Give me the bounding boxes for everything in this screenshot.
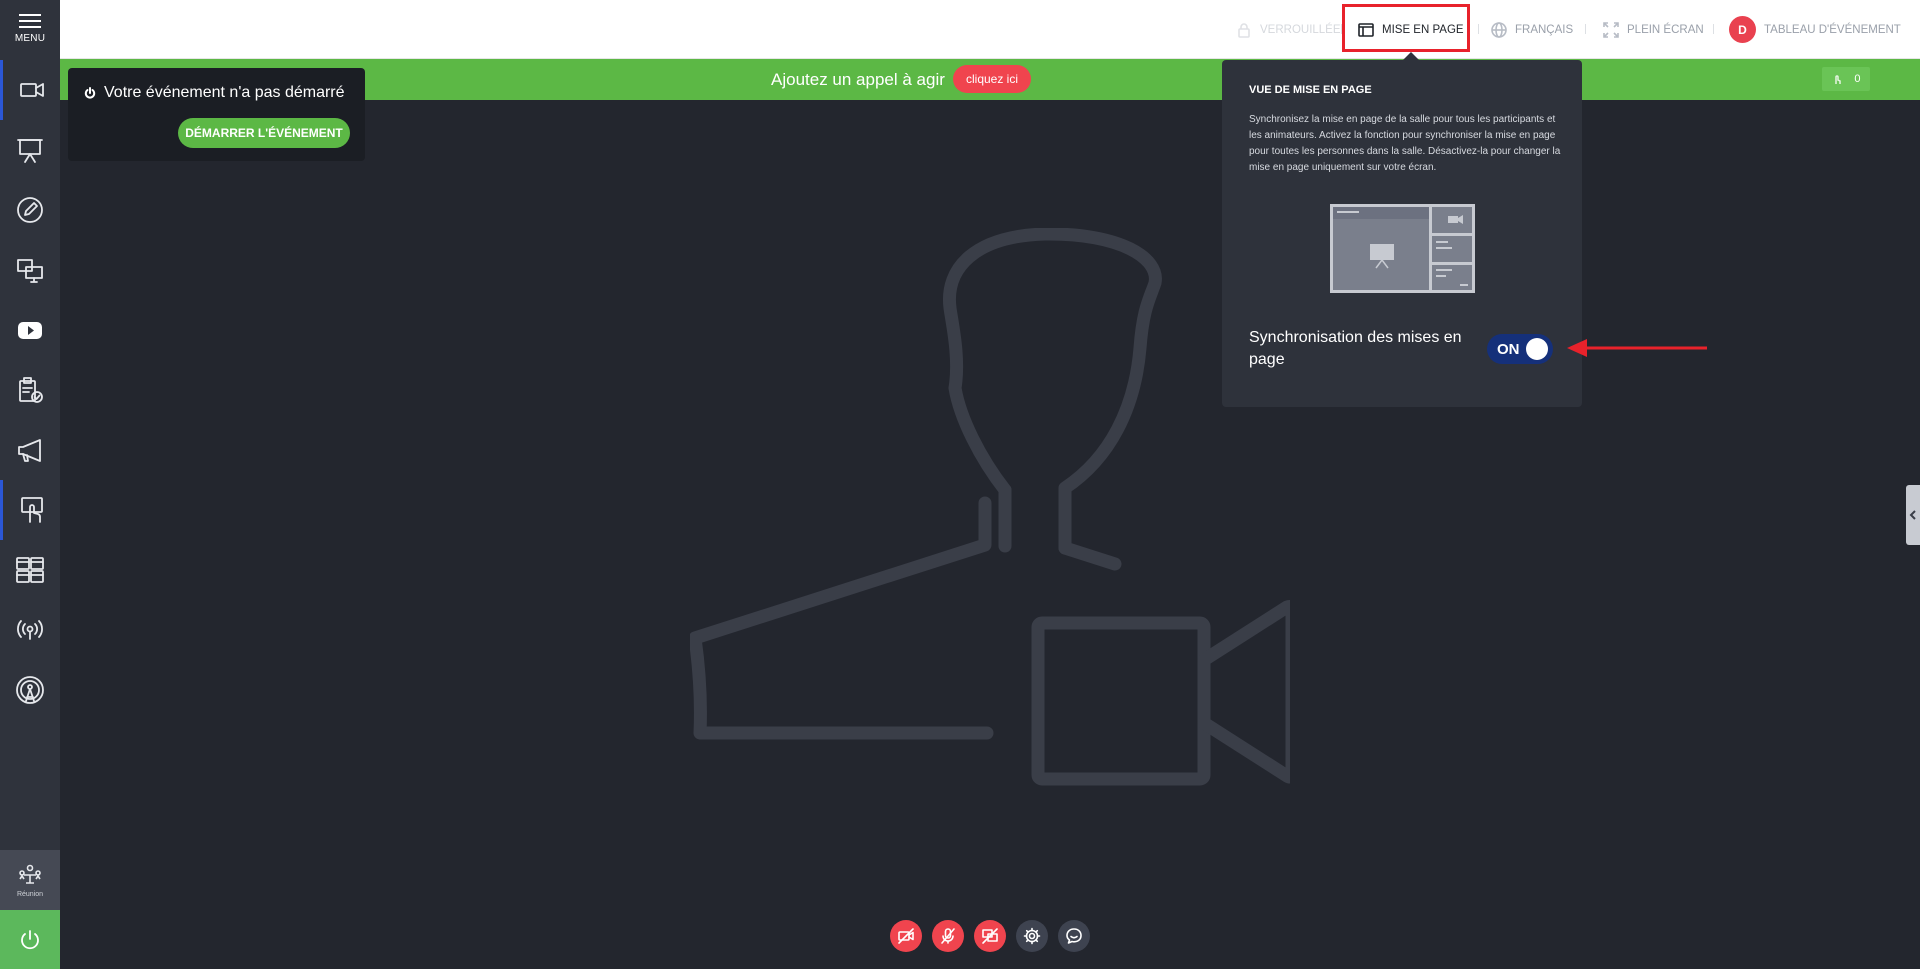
sidebar-item-layouts[interactable] xyxy=(0,540,60,600)
divider xyxy=(1478,24,1479,34)
sidebar: MENU Réunion xyxy=(0,0,60,969)
event-status-text: Votre événement n'a pas démarré xyxy=(104,84,345,101)
dashboard-label: TABLEAU D'ÉVÉNEMENT xyxy=(1764,23,1901,36)
avatar: D xyxy=(1729,16,1756,43)
settings-button[interactable] xyxy=(1016,920,1048,952)
red-annotation-arrow-icon xyxy=(1567,339,1707,357)
sidebar-item-polls[interactable] xyxy=(0,360,60,420)
popover-title: VUE DE MISE EN PAGE xyxy=(1249,84,1372,96)
camera-icon xyxy=(19,83,44,97)
event-dashboard-button[interactable]: D TABLEAU D'ÉVÉNEMENT xyxy=(1729,0,1901,59)
toggle-knob xyxy=(1526,338,1548,360)
right-panel-toggle[interactable] xyxy=(1906,485,1920,545)
power-button[interactable] xyxy=(0,910,60,969)
screenshare-off-icon xyxy=(982,928,998,944)
sidebar-item-pencil[interactable] xyxy=(0,180,60,240)
event-status: Votre événement n'a pas démarré xyxy=(84,84,345,102)
sidebar-item-antenna[interactable] xyxy=(0,660,60,720)
antenna-icon xyxy=(16,676,44,704)
youtube-icon xyxy=(18,322,42,339)
chat-icon xyxy=(1066,928,1082,944)
menu-button[interactable]: MENU xyxy=(0,0,60,58)
clipboard-check-icon xyxy=(19,377,43,403)
highlight-box xyxy=(1342,4,1470,52)
chevron-left-icon xyxy=(1909,510,1916,520)
fullscreen-icon xyxy=(1603,21,1619,38)
screenshare-icon xyxy=(17,259,43,283)
fullscreen-button[interactable]: PLEIN ÉCRAN xyxy=(1603,0,1704,59)
presentation-icon xyxy=(17,139,43,163)
sidebar-item-announcements[interactable] xyxy=(0,420,60,480)
click-count: 0 xyxy=(1854,73,1861,85)
start-event-button[interactable]: DÉMARRER L'ÉVÉNEMENT xyxy=(178,118,350,148)
user-camera-illustration xyxy=(688,227,1299,786)
sidebar-item-interactions[interactable] xyxy=(0,480,60,540)
sidebar-item-broadcast[interactable] xyxy=(0,600,60,660)
layout-popover: VUE DE MISE EN PAGE Synchronisez la mise… xyxy=(1222,60,1582,407)
language-label: FRANÇAIS xyxy=(1515,23,1574,36)
sidebar-item-youtube[interactable] xyxy=(0,300,60,360)
fullscreen-label: PLEIN ÉCRAN xyxy=(1627,23,1704,36)
chat-button[interactable] xyxy=(1058,920,1090,952)
popover-description: Synchronisez la mise en page de la salle… xyxy=(1249,114,1561,173)
screenshare-off-button[interactable] xyxy=(974,920,1006,952)
language-selector[interactable]: FRANÇAIS xyxy=(1491,0,1573,59)
layouts-icon xyxy=(16,557,44,583)
gear-icon xyxy=(1023,927,1041,945)
layout-preview-illustration xyxy=(1330,204,1475,293)
click-counter: 0 xyxy=(1822,67,1870,91)
locked-label: VERROUILLÉE xyxy=(1260,23,1341,36)
pointer-icon xyxy=(1835,75,1842,84)
cta-button[interactable]: cliquez ici xyxy=(953,65,1031,93)
lock-icon xyxy=(1238,22,1250,38)
sidebar-item-camera[interactable] xyxy=(0,60,60,120)
toggle-state: ON xyxy=(1497,340,1520,358)
reunion-label: Réunion xyxy=(16,890,44,898)
camera-off-button[interactable] xyxy=(890,920,922,952)
globe-icon xyxy=(1491,21,1507,38)
sidebar-item-screenshare[interactable] xyxy=(0,240,60,300)
sidebar-item-presentation[interactable] xyxy=(0,120,60,180)
power-icon xyxy=(21,929,39,949)
power-icon xyxy=(84,87,96,99)
banner-text: Ajoutez un appel à agir xyxy=(771,69,945,89)
menu-label: MENU xyxy=(14,33,46,44)
microphone-off-button[interactable] xyxy=(932,920,964,952)
hamburger-icon xyxy=(19,14,41,28)
broadcast-icon xyxy=(17,620,43,640)
megaphone-icon xyxy=(18,439,41,462)
sync-layout-toggle[interactable]: ON xyxy=(1487,334,1553,364)
divider xyxy=(1585,24,1586,34)
divider xyxy=(1713,24,1714,34)
camera-off-icon xyxy=(898,928,914,944)
meeting-icon xyxy=(19,864,41,884)
sync-label: Synchronisation des mises en page xyxy=(1249,329,1462,368)
pencil-icon xyxy=(17,197,43,223)
touch-icon xyxy=(20,497,43,523)
event-status-card: Votre événement n'a pas démarré DÉMARRER… xyxy=(68,68,365,161)
reunion-mode[interactable]: Réunion xyxy=(0,850,60,910)
top-bar: VERROUILLÉE MISE EN PAGE FRANÇAIS PLEIN … xyxy=(60,0,1920,59)
no-video-placeholder xyxy=(688,227,1299,808)
microphone-off-icon xyxy=(941,928,955,944)
locked-toggle[interactable]: VERROUILLÉE xyxy=(1236,0,1341,59)
